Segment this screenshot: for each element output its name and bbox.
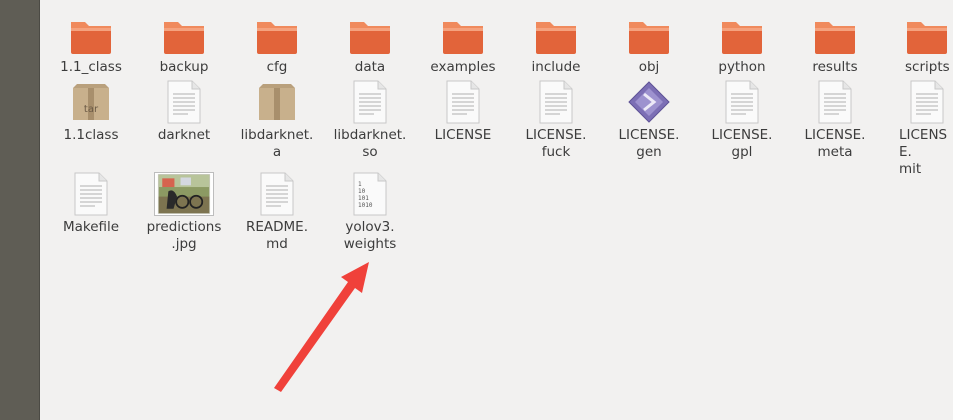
annotation-arrow bbox=[274, 262, 369, 392]
